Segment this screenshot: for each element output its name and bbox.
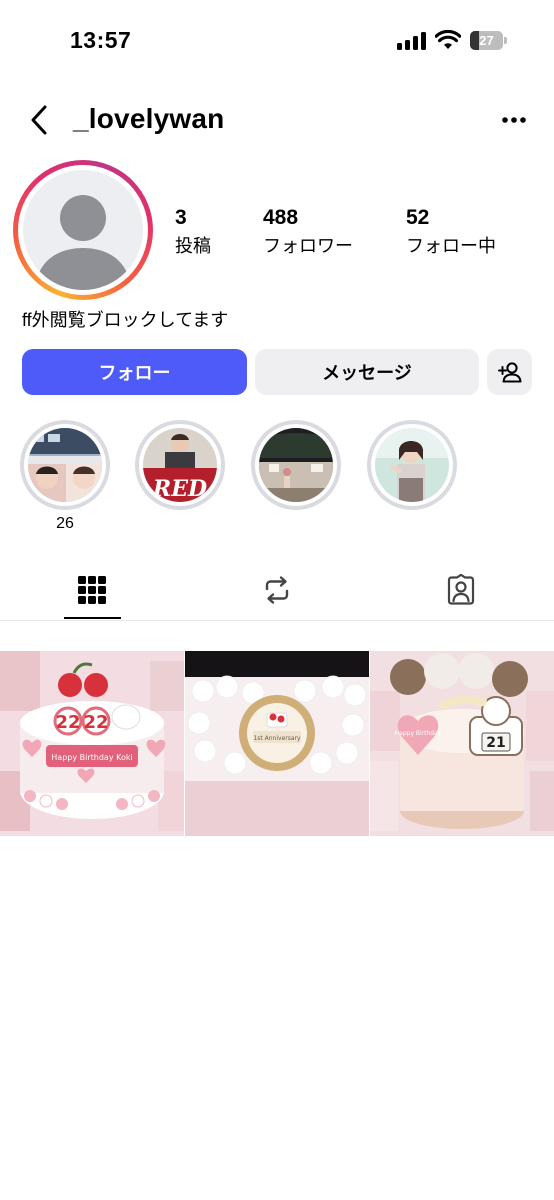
- add-user-icon: [497, 362, 521, 383]
- highlight-thumbnail: [259, 428, 333, 502]
- highlight-thumbnail: RED: [143, 428, 217, 502]
- more-horizontal-icon: [502, 117, 526, 123]
- cellular-signal-icon: [397, 32, 427, 50]
- profile-header: _lovelywan: [0, 92, 554, 148]
- profile-avatar[interactable]: [13, 160, 153, 300]
- active-tab-indicator: [64, 617, 121, 619]
- status-bar: 13:57 27: [0, 0, 554, 84]
- post-caption: Happy Birthday: [395, 730, 442, 737]
- wifi-icon: [435, 30, 461, 49]
- tagged-person-icon: [447, 574, 475, 605]
- status-time: 13:57: [70, 27, 132, 53]
- profile-tabs: [0, 560, 554, 621]
- post-caption: 1st Anniversary: [253, 735, 301, 742]
- stat-following-label: フォロー中: [406, 236, 496, 256]
- default-avatar-icon: [23, 170, 143, 290]
- post-number-left: 22: [55, 712, 80, 733]
- post-caption: Happy Birthday Koki: [51, 753, 132, 762]
- stat-posts-label: 投稿: [175, 236, 211, 256]
- story-highlight[interactable]: [251, 420, 341, 510]
- stat-posts-count: 3: [175, 206, 187, 229]
- tab-posts-grid[interactable]: [62, 568, 122, 612]
- profile-bio: ff外閲覧ブロックしてます: [22, 310, 229, 330]
- highlight-caption: RED: [152, 476, 207, 502]
- post-number-right: 22: [83, 712, 108, 733]
- story-highlight[interactable]: [367, 420, 457, 510]
- highlight-thumbnail: [28, 428, 102, 502]
- chevron-left-icon: [31, 105, 47, 135]
- post-thumbnail[interactable]: Happy Birthday 21: [370, 651, 554, 836]
- post-thumbnail[interactable]: 22 22 Happy Birthday Koki: [0, 651, 184, 836]
- profile-username: _lovelywan: [73, 103, 225, 134]
- back-button[interactable]: [22, 102, 56, 138]
- message-button[interactable]: メッセージ: [255, 349, 479, 395]
- post-thumbnail[interactable]: 1st Anniversary: [185, 651, 369, 836]
- tab-reposts[interactable]: [247, 568, 307, 612]
- posts-grid: 22 22 Happy Birthday Koki 1st Anniversar…: [0, 651, 554, 836]
- highlight-label: 26: [56, 515, 74, 532]
- post-number: 21: [486, 735, 505, 751]
- suggested-users-button[interactable]: [487, 349, 532, 395]
- battery-level: 27: [479, 33, 494, 48]
- story-highlight[interactable]: [20, 420, 110, 510]
- stat-followers-label: フォロワー: [263, 236, 353, 256]
- stat-followers[interactable]: 488 フォロワー: [263, 206, 353, 258]
- story-highlight[interactable]: RED: [135, 420, 225, 510]
- tab-tagged[interactable]: [431, 568, 491, 612]
- highlight-thumbnail: [375, 428, 449, 502]
- stat-following-count: 52: [406, 206, 430, 229]
- stat-posts[interactable]: 3 投稿: [175, 206, 211, 258]
- stat-following[interactable]: 52 フォロー中: [406, 206, 496, 258]
- battery-icon: 27: [470, 31, 507, 50]
- follow-button[interactable]: フォロー: [22, 349, 247, 395]
- more-options-button[interactable]: [497, 106, 531, 134]
- stat-followers-count: 488: [263, 206, 299, 229]
- grid-icon: [78, 576, 106, 604]
- repost-icon: [265, 576, 289, 604]
